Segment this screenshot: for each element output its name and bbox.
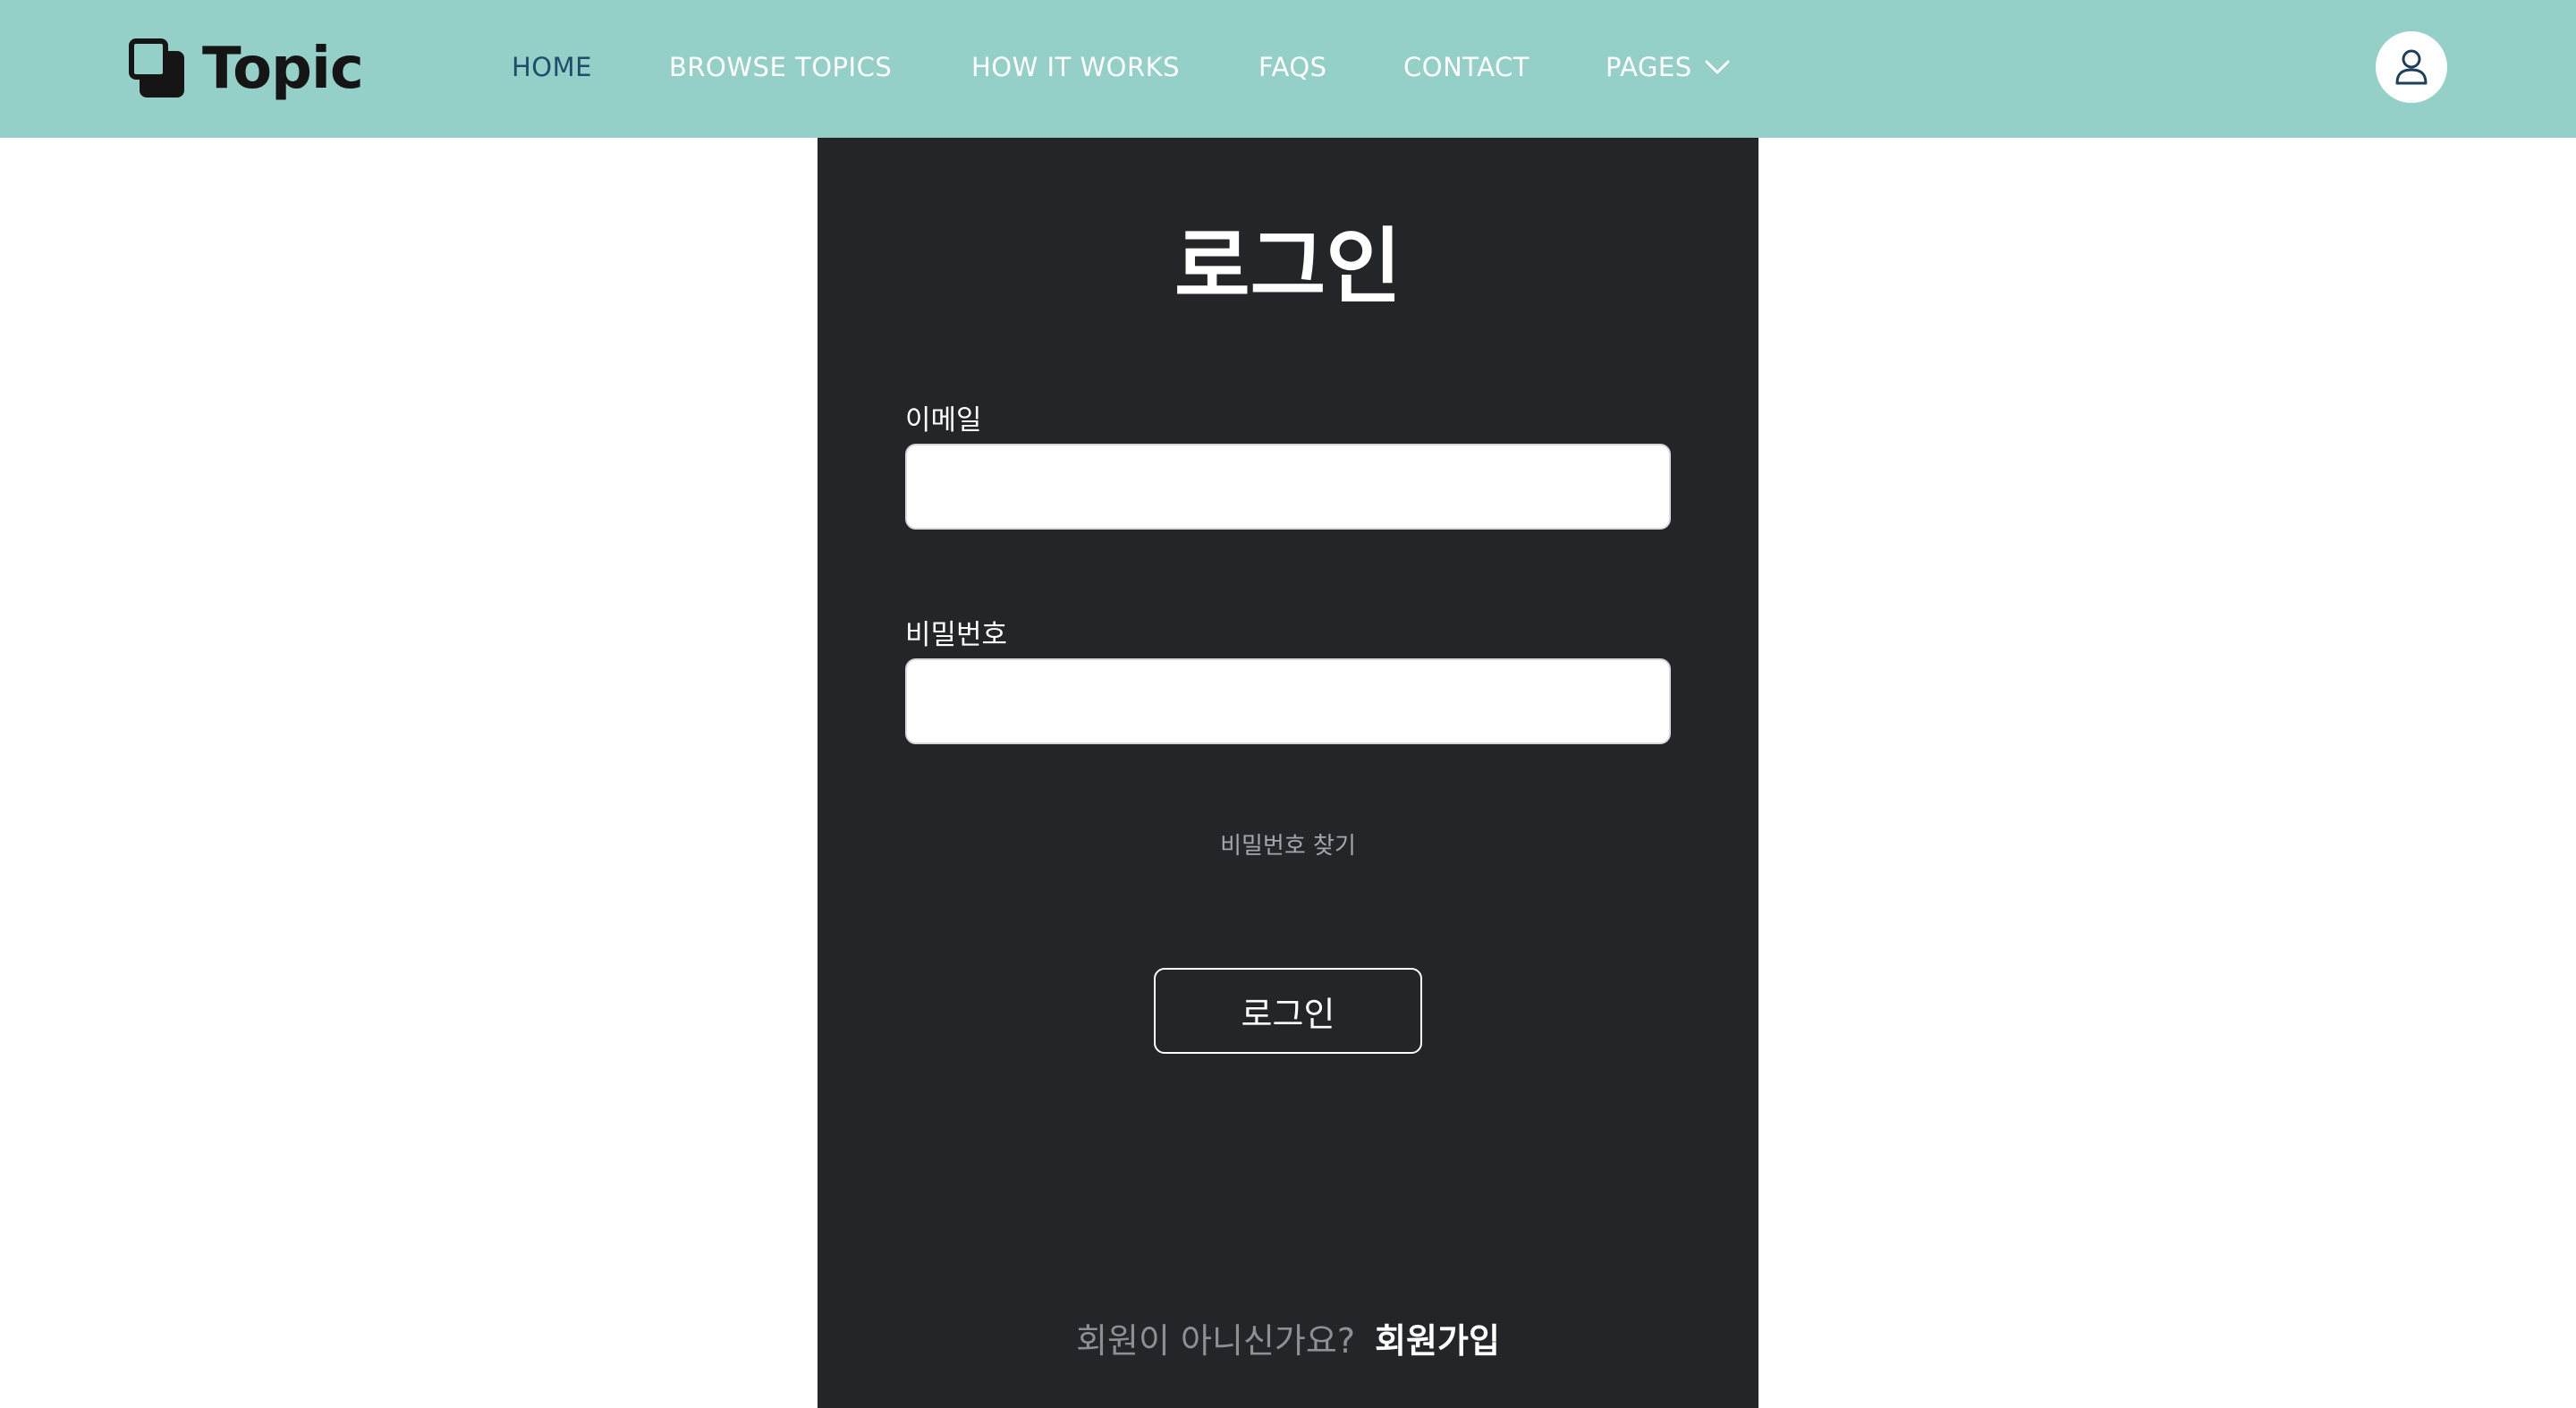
nav-item-home[interactable]: HOME — [512, 49, 592, 85]
password-field[interactable] — [905, 658, 1671, 744]
login-panel: 로그인 이메일 비밀번호 비밀번호 찾기 로그인 회원이 아니신가요? 회원가입 — [818, 138, 1758, 1408]
nav-item-pages-label: PAGES — [1606, 52, 1692, 82]
brand-name: Topic — [202, 36, 364, 102]
nav-item-contact[interactable]: CONTACT — [1403, 49, 1530, 85]
forgot-password-link[interactable]: 비밀번호 찾기 — [818, 830, 1758, 862]
signup-prompt: 회원이 아니신가요? — [1076, 1321, 1355, 1361]
nav-item-browse-topics[interactable]: BROWSE TOPICS — [669, 49, 892, 85]
signup-row: 회원이 아니신가요? 회원가입 — [818, 1319, 1758, 1363]
top-navbar: Topic HOME BROWSE TOPICS HOW IT WORKS FA… — [0, 0, 2576, 138]
login-button[interactable]: 로그인 — [1154, 968, 1422, 1054]
stacked-squares-icon — [129, 38, 186, 99]
nav-item-how-it-works[interactable]: HOW IT WORKS — [971, 49, 1180, 85]
nav-item-faqs[interactable]: FAQS — [1258, 49, 1327, 85]
user-account-button[interactable] — [2376, 31, 2447, 103]
email-field[interactable] — [905, 444, 1671, 530]
signup-link[interactable]: 회원가입 — [1375, 1321, 1500, 1361]
brand-logo-link[interactable]: Topic — [129, 36, 364, 102]
chevron-down-icon — [1705, 60, 1730, 74]
login-title: 로그인 — [1174, 219, 1402, 315]
nav-item-pages-dropdown[interactable]: PAGES — [1606, 49, 1730, 85]
password-label: 비밀번호 — [905, 619, 1008, 651]
email-label: 이메일 — [905, 404, 982, 437]
user-icon — [2395, 49, 2428, 85]
